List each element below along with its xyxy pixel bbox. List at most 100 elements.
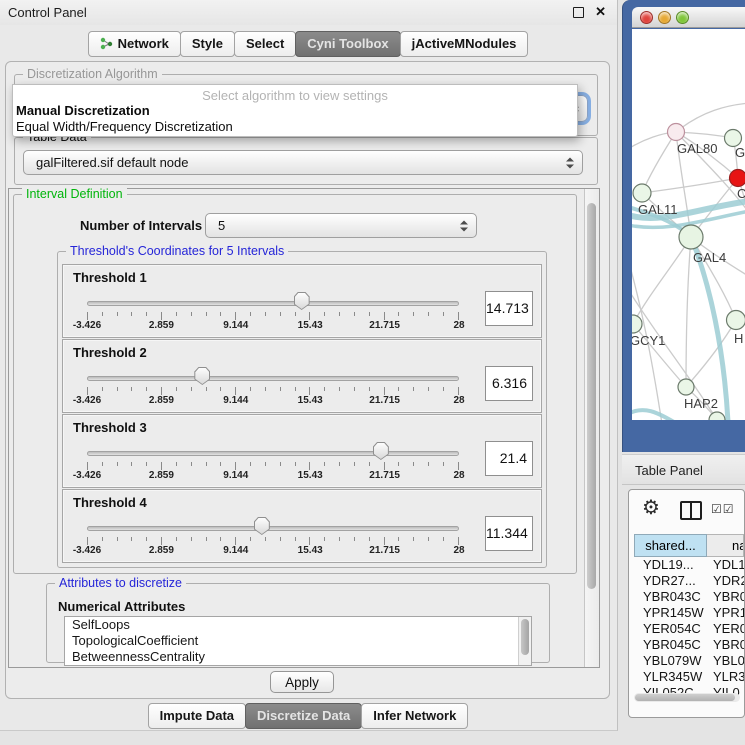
tick-mark bbox=[161, 312, 162, 320]
tab-jactivemnodules[interactable]: jActiveMNodules bbox=[400, 31, 529, 57]
threshold-slider[interactable]: -3.4262.8599.14415.4321.71528 bbox=[87, 490, 459, 564]
list-item[interactable]: TopologicalCoefficient bbox=[65, 633, 531, 649]
tick-mark bbox=[324, 387, 325, 391]
threshold-value-field[interactable]: 6.316 bbox=[485, 366, 533, 401]
cell-name: YBR0 bbox=[707, 589, 744, 605]
network-node-gal11[interactable] bbox=[633, 184, 651, 202]
column-header-name[interactable]: na bbox=[707, 534, 744, 557]
scrollbar-thumb[interactable] bbox=[587, 203, 596, 589]
float-window-icon[interactable] bbox=[573, 7, 584, 18]
threshold-value-field[interactable]: 14.713 bbox=[485, 291, 533, 326]
tick-mark bbox=[191, 537, 192, 541]
slider-thumb[interactable] bbox=[373, 442, 389, 460]
scale-label: 9.144 bbox=[223, 545, 248, 556]
threshold-value-field[interactable]: 21.4 bbox=[485, 441, 533, 476]
tab-label: Style bbox=[192, 36, 223, 51]
threshold-slider[interactable]: -3.4262.8599.14415.4321.71528 bbox=[87, 340, 459, 414]
slider-ticks bbox=[87, 462, 459, 470]
algorithm-option[interactable]: Manual Discretization bbox=[13, 103, 577, 119]
network-edge[interactable] bbox=[642, 132, 676, 193]
network-node-gal4[interactable] bbox=[679, 225, 703, 249]
algorithm-option[interactable]: Equal Width/Frequency Discretization bbox=[13, 119, 577, 135]
slider-track[interactable] bbox=[87, 301, 459, 306]
slider-thumb[interactable] bbox=[294, 292, 310, 310]
mac-zoom-icon[interactable] bbox=[676, 11, 689, 24]
tab-discretize-data[interactable]: Discretize Data bbox=[245, 703, 362, 729]
list-item[interactable]: SelfLoops bbox=[65, 617, 531, 633]
table-row[interactable]: YBR045CYBR0 bbox=[634, 637, 744, 653]
tick-mark bbox=[458, 312, 459, 320]
tab-label: Infer Network bbox=[373, 708, 456, 723]
list-vertical-scrollbar[interactable] bbox=[518, 617, 531, 665]
network-edge[interactable] bbox=[642, 178, 738, 193]
apply-button[interactable]: Apply bbox=[270, 671, 334, 693]
network-edge[interactable] bbox=[686, 237, 691, 387]
network-node-c[interactable] bbox=[730, 170, 745, 187]
network-node-h[interactable] bbox=[727, 311, 745, 330]
scrollbar-thumb[interactable] bbox=[521, 619, 529, 655]
slider-thumb[interactable] bbox=[254, 517, 270, 535]
scale-label: 21.715 bbox=[369, 545, 400, 556]
network-node-g[interactable] bbox=[725, 130, 742, 147]
number-of-intervals-combo[interactable]: 5 bbox=[205, 213, 477, 238]
column-header-shared-name[interactable]: shared... bbox=[634, 534, 707, 557]
tick-mark bbox=[428, 537, 429, 541]
scrollbar-thumb[interactable] bbox=[635, 694, 735, 701]
network-node-hap2[interactable] bbox=[678, 379, 694, 395]
tab-network[interactable]: Network bbox=[88, 31, 181, 57]
network-edge-highlighted[interactable] bbox=[632, 410, 674, 420]
table-row[interactable]: YDR27...YDR2 bbox=[634, 573, 744, 589]
scale-label: 21.715 bbox=[369, 320, 400, 331]
table-row[interactable]: YLR345WYLR3 bbox=[634, 669, 744, 685]
network-node-gal80[interactable] bbox=[668, 124, 685, 141]
tick-mark bbox=[87, 312, 88, 320]
tab-impute-data[interactable]: Impute Data bbox=[148, 703, 246, 729]
tick-mark bbox=[117, 537, 118, 541]
network-canvas[interactable]: GAL80G.CGAL11GAL4GCY1HHAP2 bbox=[632, 29, 745, 420]
horizontal-scrollbar[interactable] bbox=[634, 693, 740, 702]
attributes-to-discretize-label: Attributes to discretize bbox=[55, 576, 186, 590]
tick-mark bbox=[117, 312, 118, 316]
mac-close-icon[interactable] bbox=[640, 11, 653, 24]
mac-minimize-icon[interactable] bbox=[658, 11, 671, 24]
network-window-titlebar bbox=[632, 7, 745, 28]
tick-mark bbox=[250, 387, 251, 391]
slider-track[interactable] bbox=[87, 451, 459, 456]
table-data-combo[interactable]: galFiltered.sif default node bbox=[23, 150, 583, 175]
tick-mark bbox=[206, 537, 207, 541]
tick-mark bbox=[176, 462, 177, 466]
tab-style[interactable]: Style bbox=[180, 31, 235, 57]
network-node-gcy1[interactable] bbox=[632, 315, 642, 333]
tab-infer-network[interactable]: Infer Network bbox=[361, 703, 468, 729]
table-row[interactable]: YPR145WYPR1 bbox=[634, 605, 744, 621]
scale-label: -3.426 bbox=[73, 470, 101, 481]
table-row[interactable]: YDL19...YDL1 bbox=[634, 557, 744, 573]
slider-thumb[interactable] bbox=[194, 367, 210, 385]
threshold-value-field[interactable]: 11.344 bbox=[485, 516, 533, 551]
gear-icon[interactable]: ⚙ bbox=[642, 495, 660, 520]
cell-shared-name: YBR043C bbox=[634, 589, 707, 605]
threshold-slider[interactable]: -3.4262.8599.14415.4321.71528 bbox=[87, 265, 459, 339]
vertical-scrollbar[interactable] bbox=[584, 189, 599, 667]
tab-select[interactable]: Select bbox=[234, 31, 296, 57]
slider-scale-labels: -3.4262.8599.14415.4321.71528 bbox=[87, 545, 459, 557]
split-pane-icon[interactable] bbox=[680, 501, 702, 520]
network-edge[interactable] bbox=[686, 320, 736, 387]
table-row[interactable]: YBL079WYBL0 bbox=[634, 653, 744, 669]
network-edge[interactable] bbox=[676, 103, 745, 132]
tab-cyni-toolbox[interactable]: Cyni Toolbox bbox=[295, 31, 400, 57]
table-row[interactable]: YBR043CYBR0 bbox=[634, 589, 744, 605]
slider-track[interactable] bbox=[87, 526, 459, 531]
table-row[interactable]: YER054CYER0 bbox=[634, 621, 744, 637]
select-columns-icon[interactable]: ☑☑ bbox=[711, 502, 735, 516]
numerical-attributes-list[interactable]: SelfLoopsTopologicalCoefficientBetweenne… bbox=[64, 616, 532, 666]
list-item[interactable]: BetweennessCentrality bbox=[65, 649, 531, 665]
close-icon[interactable]: ✕ bbox=[595, 4, 606, 20]
slider-track[interactable] bbox=[87, 376, 459, 381]
tab-label: Select bbox=[246, 36, 284, 51]
desktop: Control Panel ✕ NetworkStyleSelectCyni T… bbox=[0, 0, 745, 745]
tick-mark bbox=[295, 312, 296, 316]
tick-mark bbox=[384, 312, 385, 320]
threshold-slider[interactable]: -3.4262.8599.14415.4321.71528 bbox=[87, 415, 459, 489]
tick-mark bbox=[146, 462, 147, 466]
